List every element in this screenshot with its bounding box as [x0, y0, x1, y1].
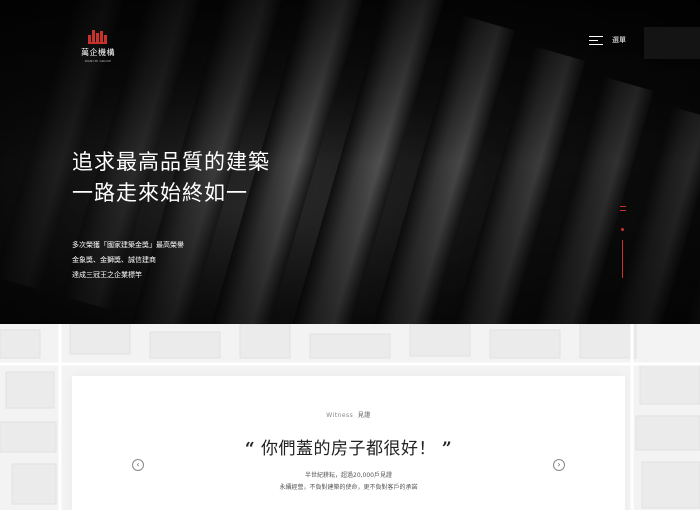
open-quote-mark: “: [244, 439, 256, 459]
brand-logo[interactable]: 萬企機構 WANCHI GROUP: [78, 30, 118, 63]
building-logo-icon: [88, 30, 107, 44]
indicator-dash: [620, 206, 626, 207]
indicator-line: [622, 240, 623, 278]
testimonial-card: Witness 見證 “ 你們蓋的房子都很好！ ” 半世紀耕耘，超過20,000…: [72, 376, 625, 510]
intro-line: 達成三冠王之企業標竿: [72, 271, 142, 279]
testimonial-description: 半世紀耕耘，超過20,000戶見證 永續經營，不負對建築的使命，更不負對客戶的承…: [72, 470, 625, 494]
intro-line: 多次榮獲「國家建築金獎」最高榮譽: [72, 241, 184, 249]
hero-intro: 多次榮獲「國家建築金獎」最高榮譽 金象獎、金獅獎、誠信建商 達成三冠王之企業標竿: [72, 238, 184, 283]
indicator-dot: [621, 228, 624, 231]
hero-headline: 追求最高品質的建築 一路走來始終如一: [72, 147, 270, 209]
section-label-zh: 見證: [357, 412, 371, 419]
quote-text: 你們蓋的房子都很好！: [261, 439, 436, 459]
chevron-right-icon[interactable]: ›: [553, 459, 565, 471]
desc-line: 半世紀耕耘，超過20,000戶見證: [305, 472, 392, 479]
header-corner-panel: [644, 27, 700, 59]
headline-line: 一路走來始終如一: [72, 181, 248, 205]
intro-line: 金象獎、金獅獎、誠信建商: [72, 256, 156, 264]
section-label-en: Witness: [326, 412, 354, 419]
section-label: Witness 見證: [72, 410, 625, 419]
headline-line: 追求最高品質的建築: [72, 150, 270, 174]
witness-section: Witness 見證 “ 你們蓋的房子都很好！ ” 半世紀耕耘，超過20,000…: [0, 324, 700, 510]
brand-tagline: WANCHI GROUP: [84, 59, 112, 63]
menu-button[interactable]: 選單: [589, 35, 626, 45]
close-quote-mark: ”: [441, 439, 453, 459]
menu-label: 選單: [612, 36, 626, 44]
desc-line: 永續經營，不負對建築的使命，更不負對客戶的承諾: [279, 484, 418, 491]
chevron-left-icon[interactable]: ‹: [132, 459, 144, 471]
hamburger-menu-icon: [589, 36, 603, 45]
testimonial-quote: “ 你們蓋的房子都很好！ ”: [72, 434, 625, 459]
slide-indicator[interactable]: [619, 206, 627, 278]
hero-banner: 萬企機構 WANCHI GROUP 選單 追求最高品質的建築 一路走來始終如一 …: [0, 0, 700, 324]
indicator-dash: [620, 210, 626, 211]
brand-name: 萬企機構: [81, 48, 115, 57]
